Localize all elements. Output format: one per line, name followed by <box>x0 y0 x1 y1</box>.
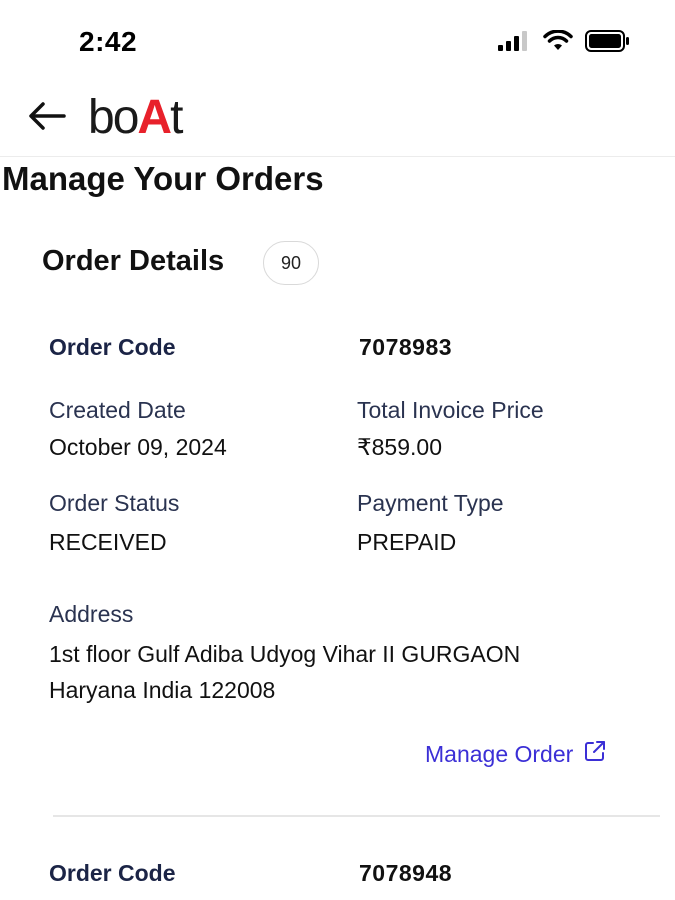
manage-order-label: Manage Order <box>425 740 574 767</box>
manage-order-link[interactable]: Manage Order <box>425 739 607 769</box>
order-code-label: Order Code <box>49 334 176 360</box>
boat-logo[interactable]: bo At <box>88 91 183 144</box>
order-code-label: Order Code <box>49 860 176 886</box>
wifi-icon <box>543 29 573 57</box>
back-button[interactable] <box>24 98 68 138</box>
logo-text-accent: A <box>137 91 172 144</box>
created-date-label: Created Date <box>49 397 186 423</box>
order-status-label: Order Status <box>49 490 180 516</box>
status-bar: 2:42 <box>0 0 675 80</box>
order-details-title: Order Details <box>42 245 225 277</box>
page-title: Manage Your Orders <box>2 160 324 197</box>
cellular-signal-icon <box>497 30 531 57</box>
order-code-value: 7078983 <box>359 334 453 360</box>
external-link-icon <box>583 739 607 769</box>
battery-icon <box>585 30 631 57</box>
address-label: Address <box>49 601 134 627</box>
arrow-left-icon <box>26 99 66 138</box>
payment-type-value: PREPAID <box>357 529 457 555</box>
app-screen: 2:42 bo A t Manage Your Orders Order Det… <box>0 0 675 900</box>
order-divider <box>53 815 660 817</box>
total-invoice-label: Total Invoice Price <box>357 397 544 423</box>
logo-text-part2: t <box>170 91 183 144</box>
order-code-value: 7078948 <box>359 860 453 886</box>
order-count-badge: 90 <box>263 241 319 285</box>
order-status-value: RECEIVED <box>49 529 167 555</box>
address-value: 1st floor Gulf Adiba Udyog Vihar II GURG… <box>49 641 521 703</box>
payment-type-label: Payment Type <box>357 490 504 516</box>
total-invoice-value: ₹859.00 <box>357 434 442 460</box>
logo-text-part1: bo <box>88 91 139 144</box>
app-header: bo At <box>0 80 675 157</box>
created-date-value: October 09, 2024 <box>49 434 227 460</box>
status-time: 2:42 <box>79 26 138 57</box>
status-icons <box>497 29 631 57</box>
